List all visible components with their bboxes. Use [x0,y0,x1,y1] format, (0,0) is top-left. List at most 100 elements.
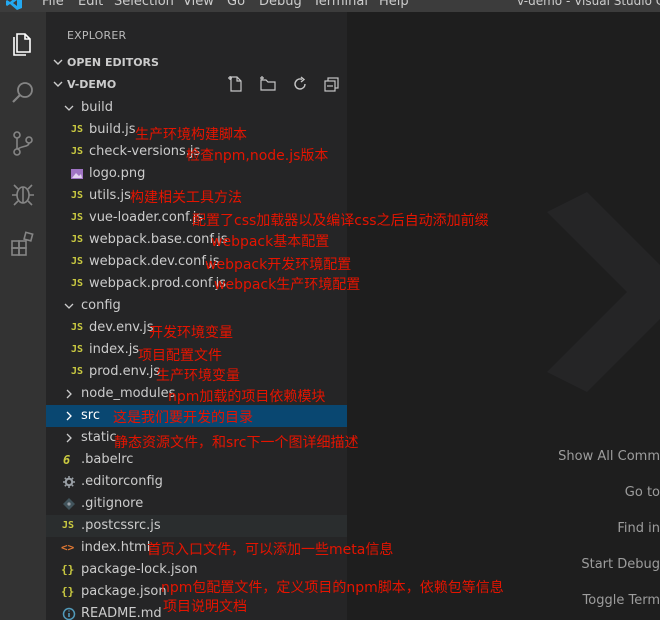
tree-label: README.md [81,606,162,620]
js-file-icon: JS [71,234,84,245]
git-file-icon [63,498,75,510]
tree-label: .postcssrc.js [81,518,161,533]
tree-label: webpack.base.conf.js [89,232,228,247]
js-file-icon: JS [71,344,84,355]
tree-label: check-versions.js [89,144,201,159]
search-icon[interactable] [8,78,38,108]
chevron-right-icon [66,433,72,443]
tree-label: build.js [89,122,136,137]
open-editors-header[interactable]: OPEN EDITORS [46,52,347,74]
hint-go-to-file: Go to [624,485,660,500]
tree-label: index.html [81,540,151,555]
menu-view[interactable]: View [183,0,214,9]
annotation-webpack-prod: webpack生产环境配置 [214,277,361,293]
json-file-icon: {} [61,585,75,598]
extensions-icon[interactable] [8,228,38,258]
tree-folder-build[interactable]: build [46,97,347,119]
js-file-icon: JS [71,256,84,267]
open-editors-label: OPEN EDITORS [67,56,159,69]
annotation-webpack-base: webpack基本配置 [211,234,330,250]
debug-icon[interactable] [8,178,38,208]
tree-file-editorconfig[interactable]: .editorconfig [46,471,347,493]
js-file-icon: JS [71,124,84,135]
new-folder-icon[interactable] [259,75,277,93]
explorer-title: EXPLORER [67,29,127,42]
tree-file-postcssrc[interactable]: JS .postcssrc.js [46,515,347,537]
menu-terminal[interactable]: Terminal [313,0,368,9]
annotation-index-js: 项目配置文件 [138,348,222,364]
js-file-icon: JS [71,190,84,201]
tree-label: logo.png [89,166,146,181]
menu-edit[interactable]: Edit [78,0,103,9]
tree-label: vue-loader.conf.js [89,210,204,225]
chevron-down-icon [53,59,63,65]
tree-label: src [81,408,100,423]
annotation-check-versions: 检查npm,node.js版本 [186,148,329,164]
js-file-icon: JS [71,278,84,289]
menu-bar: File Edit Selection View Go Debug Termin… [0,0,660,12]
window-title: v-demo - Visual Studio Code [517,0,660,8]
tree-file-logo[interactable]: logo.png [46,163,347,185]
menu-debug[interactable]: Debug [259,0,302,9]
tree-file-gitignore[interactable]: .gitignore [46,493,347,515]
tree-label: node_modules [81,386,176,401]
js-file-icon: JS [71,322,84,333]
annotation-vue-loader: 配置了css加载器以及编译css之后自动添加前缀 [192,213,489,229]
annotation-prod-env: 生产环境变量 [156,368,240,384]
new-file-icon[interactable] [227,75,245,93]
json-file-icon: {} [61,563,75,576]
annotation-node-modules: npm加载的项目依赖模块 [168,389,326,405]
tree-label: utils.js [89,188,131,203]
files-icon[interactable] [8,28,38,58]
collapse-all-icon[interactable] [323,75,341,93]
vscode-watermark-icon [547,192,660,392]
tree-label: package.json [81,584,167,599]
tree-label: build [81,100,113,115]
annotation-build-js: 生产环境构建脚本 [135,127,247,143]
js-file-icon: JS [71,212,84,223]
refresh-icon[interactable] [291,75,309,93]
hint-toggle-terminal: Toggle Term [582,593,660,608]
tree-label: .gitignore [81,496,144,511]
editor-area: Show All Comm Go to Find in Start Debug … [347,12,660,620]
vscode-logo-icon [6,0,22,10]
tree-folder-config[interactable]: config [46,295,347,317]
project-header[interactable]: V-DEMO [46,74,347,96]
tree-label: static [81,430,117,445]
tree-label: prod.env.js [89,364,161,379]
chevron-down-icon [64,303,74,309]
activity-bar [0,12,46,620]
project-label: V-DEMO [67,78,117,91]
menu-selection[interactable]: Selection [114,0,174,9]
explorer-toolbar [217,75,341,95]
tree-label: dev.env.js [89,320,154,335]
babel-file-icon: 6 [63,453,71,467]
js-file-icon: JS [62,520,75,531]
source-control-icon[interactable] [8,128,38,158]
tree-label: webpack.dev.conf.js [89,254,220,269]
chevron-down-icon [53,81,63,87]
annotation-static: 静态资源文件，和src下一个图详细描述 [114,435,359,451]
menu-go[interactable]: Go [227,0,245,9]
image-file-icon [71,169,83,179]
menu-file[interactable]: File [42,0,64,9]
tree-label: index.js [89,342,140,357]
annotation-utils: 构建相关工具方法 [130,190,242,206]
info-icon [62,607,76,620]
tree-file-babelrc[interactable]: 6 .babelrc [46,449,347,471]
annotation-readme: 项目说明文档 [163,599,247,615]
tree-label: config [81,298,121,313]
annotation-src: 这是我们要开发的目录 [113,410,253,426]
gear-icon [63,476,75,488]
annotation-package-json: npm包配置文件，定义项目的npm脚本，依赖包等信息 [161,580,504,596]
hint-show-all-commands: Show All Comm [558,449,660,464]
tree-label: webpack.prod.conf.js [89,276,227,291]
chevron-down-icon [64,105,74,111]
menu-help[interactable]: Help [379,0,409,9]
annotation-dev-env: 开发环境变量 [149,325,233,341]
chevron-right-icon [66,411,72,421]
hint-find-in-files: Find in [617,521,660,536]
js-file-icon: JS [71,366,84,377]
tree-label: package-lock.json [81,562,198,577]
annotation-index-html: 首页入口文件，可以添加一些meta信息 [147,542,394,558]
